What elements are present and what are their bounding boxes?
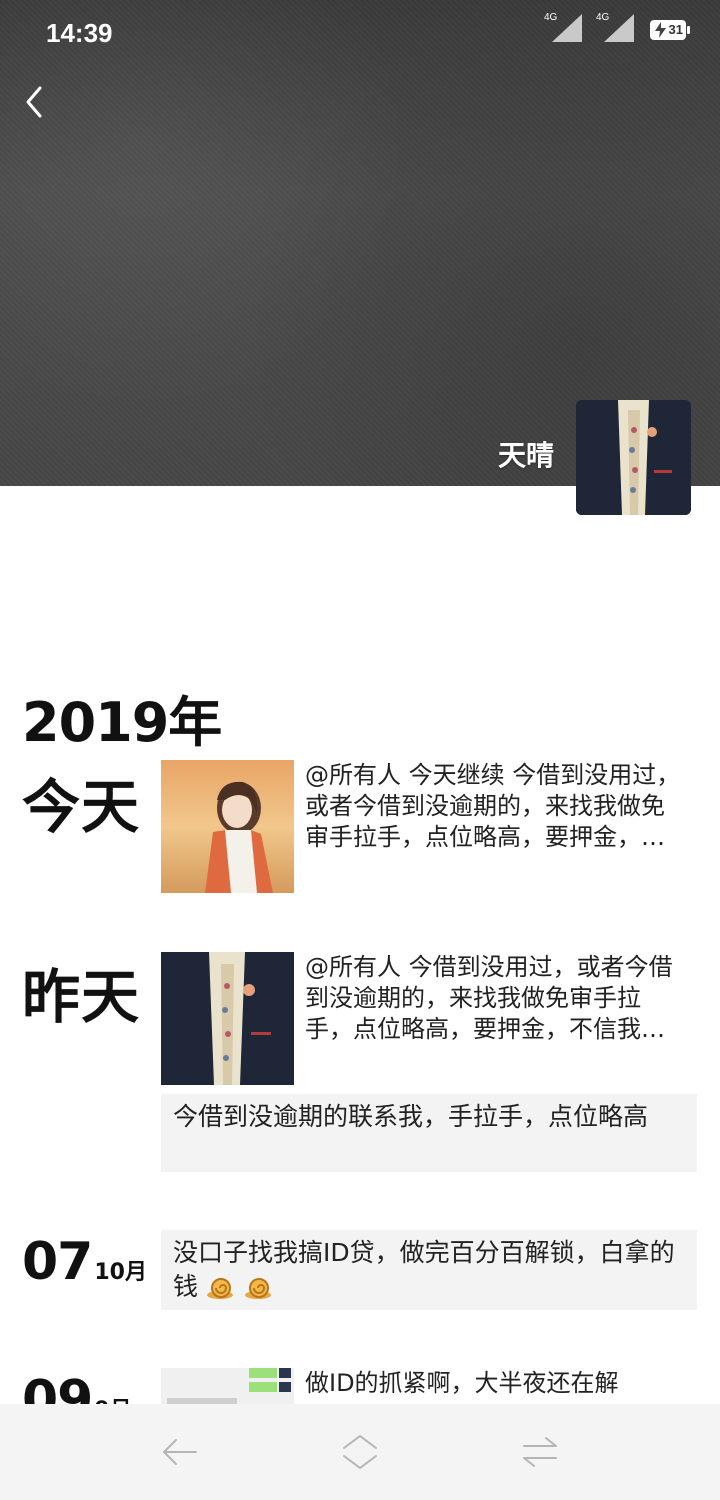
signal-4g-icon-2: 4G bbox=[596, 12, 634, 42]
day-label-today: 今天 bbox=[22, 773, 141, 841]
post-text[interactable]: 做ID的抓紧啊，大半夜还在解 bbox=[305, 1368, 685, 1404]
status-time: 14:39 bbox=[46, 18, 113, 48]
signal-4g-icon: 4G bbox=[544, 12, 582, 42]
navigation-bar bbox=[0, 1404, 720, 1500]
post-text[interactable]: @所有人 今天继续 今借到没用过，或者今借到没逾期的，来找我做免审手拉手，点位略… bbox=[305, 760, 685, 853]
year-heading: 2019年 bbox=[22, 691, 222, 754]
snail-emoji-icon bbox=[244, 1275, 274, 1301]
cover-username[interactable]: 天晴 bbox=[498, 434, 554, 474]
back-arrow-icon[interactable] bbox=[20, 82, 50, 122]
post-image[interactable] bbox=[161, 1368, 294, 1408]
post-text[interactable]: @所有人 今借到没用过，或者今借到没逾期的，来找我做免审手拉手，点位略高，要押金… bbox=[305, 952, 685, 1045]
post-image[interactable] bbox=[161, 760, 294, 893]
back-gesture-icon[interactable] bbox=[160, 1432, 200, 1472]
day-label-yesterday: 昨天 bbox=[22, 963, 141, 1031]
cover-avatar[interactable] bbox=[576, 400, 691, 515]
home-gesture-icon[interactable] bbox=[340, 1432, 380, 1472]
text-post-card[interactable]: 没口子找我搞ID贷，做完百分百解锁，白拿的钱 bbox=[161, 1230, 697, 1310]
post-image[interactable] bbox=[161, 952, 294, 1085]
snail-emoji-icon bbox=[206, 1275, 236, 1301]
date-label: 0710月 bbox=[22, 1232, 147, 1292]
text-post-card[interactable]: 今借到没逾期的联系我，手拉手，点位略高 bbox=[161, 1094, 697, 1172]
recent-apps-gesture-icon[interactable] bbox=[520, 1432, 560, 1472]
battery-icon: 31 bbox=[650, 20, 690, 40]
